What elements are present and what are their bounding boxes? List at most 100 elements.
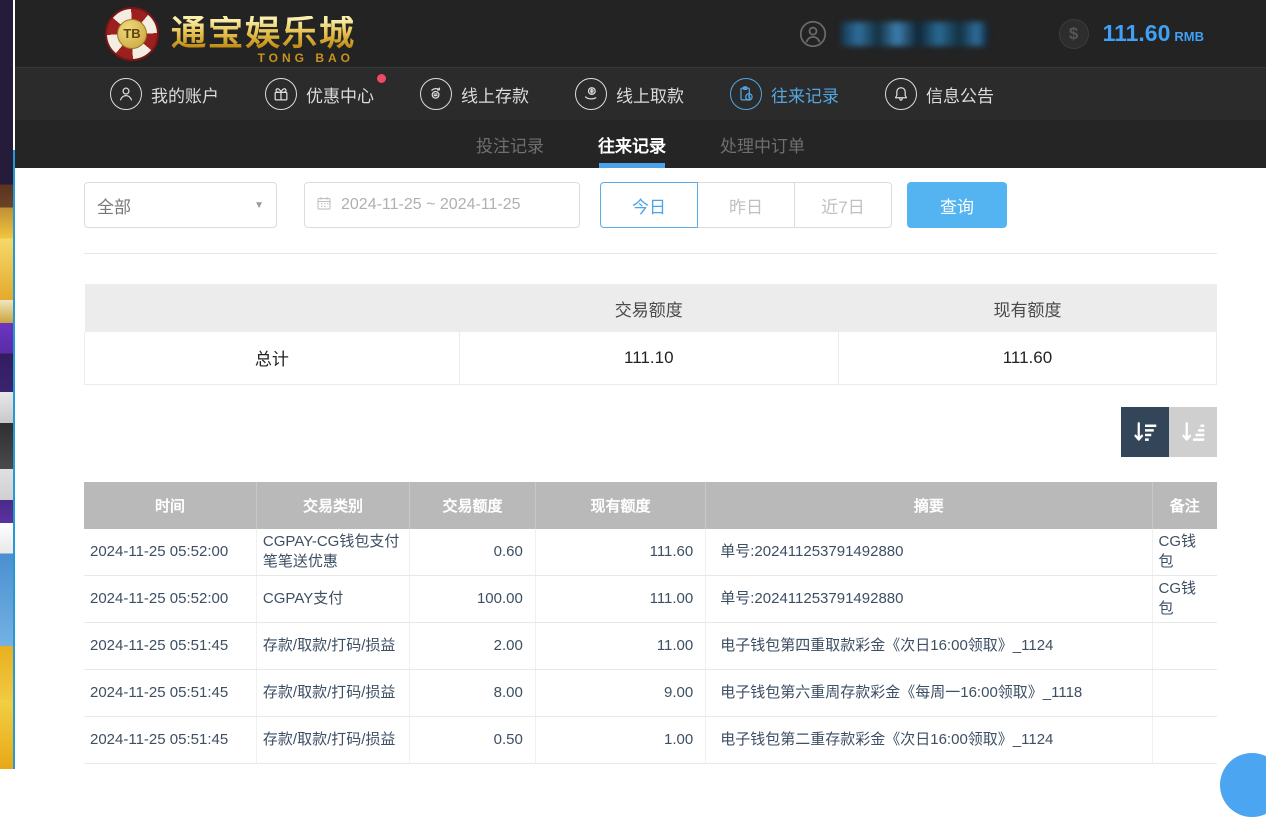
user-avatar-icon[interactable] — [799, 20, 827, 48]
cell-current-balance: 1.00 — [535, 717, 705, 764]
nav-label: 往来记录 — [771, 82, 839, 107]
poker-chip-logo-icon: TB — [105, 7, 159, 61]
table-row: 2024-11-25 05:51:45 存款/取款/打码/损益 0.50 1.0… — [84, 717, 1217, 764]
new-badge-dot — [377, 74, 386, 83]
nav-label: 线上取款 — [616, 82, 684, 107]
content-area: 全部 ▼ 2024-11-25 ~ 2024-11-25 今日 昨日 近7日 查… — [15, 168, 1266, 764]
date-range-input[interactable]: 2024-11-25 ~ 2024-11-25 — [304, 182, 580, 228]
calendar-icon — [315, 194, 333, 217]
cell-time: 2024-11-25 05:51:45 — [84, 717, 256, 764]
tab-betting-records[interactable]: 投注记录 — [476, 120, 544, 168]
tab-transaction-records[interactable]: 往来记录 — [598, 120, 666, 168]
cell-type: 存款/取款/打码/损益 — [256, 623, 409, 670]
table-row: 2024-11-25 05:51:45 存款/取款/打码/损益 2.00 11.… — [84, 623, 1217, 670]
tab-processing-orders[interactable]: 处理中订单 — [720, 120, 805, 168]
query-button[interactable]: 查询 — [907, 182, 1007, 228]
type-select[interactable]: 全部 ▼ — [84, 182, 277, 228]
today-button[interactable]: 今日 — [600, 182, 698, 228]
summary-total-transaction-amount: 111.10 — [459, 332, 838, 384]
cell-time: 2024-11-25 05:51:45 — [84, 670, 256, 717]
cell-remarks: CG钱包 — [1152, 576, 1217, 623]
table-header-row: 时间 交易类别 交易额度 现有额度 摘要 备注 — [84, 482, 1217, 529]
table-row: 2024-11-25 05:52:00 CGPAY-CG钱包支付笔笔送优惠 0.… — [84, 529, 1217, 576]
nav-item-transaction-records[interactable]: 往来记录 — [730, 78, 839, 110]
top-header: TB 通宝娱乐城 TONG BAO $ 111.60RMB — [15, 0, 1266, 67]
nav-item-online-withdraw[interactable]: 线上取款 — [575, 78, 684, 110]
cell-type: CGPAY-CG钱包支付笔笔送优惠 — [256, 529, 409, 576]
sort-descending-icon — [1130, 417, 1160, 447]
nav-item-announcements[interactable]: 信息公告 — [885, 78, 994, 110]
cell-type: CGPAY支付 — [256, 576, 409, 623]
summary-header-row: 交易额度 现有额度 — [85, 284, 1217, 332]
summary-header-empty — [85, 284, 460, 332]
cell-summary: 电子钱包第六重周存款彩金《每周一16:00领取》_1118 — [706, 670, 1152, 717]
cell-summary: 单号:202411253791492880 — [706, 529, 1152, 576]
col-header-transaction-amount: 交易额度 — [410, 482, 536, 529]
chip-monogram: TB — [117, 19, 147, 49]
cell-summary: 电子钱包第四重取款彩金《次日16:00领取》_1124 — [706, 623, 1152, 670]
cell-time: 2024-11-25 05:51:45 — [84, 623, 256, 670]
col-header-current-balance: 现有额度 — [535, 482, 705, 529]
cell-current-balance: 111.00 — [535, 576, 705, 623]
table-row: 2024-11-25 05:52:00 CGPAY支付 100.00 111.0… — [84, 576, 1217, 623]
cell-transaction-amount: 0.60 — [410, 529, 536, 576]
col-header-time: 时间 — [84, 482, 256, 529]
section-divider — [84, 253, 1217, 254]
sort-descending-button[interactable] — [1121, 407, 1169, 457]
bell-icon — [885, 78, 917, 110]
records-icon — [730, 78, 762, 110]
chevron-down-icon: ▼ — [254, 200, 264, 211]
summary-header-transaction-amount: 交易额度 — [459, 284, 838, 332]
type-select-value: 全部 — [97, 193, 131, 218]
cell-transaction-amount: 2.00 — [410, 623, 536, 670]
sort-controls — [84, 407, 1217, 457]
col-header-remarks: 备注 — [1152, 482, 1217, 529]
nav-item-online-deposit[interactable]: 线上存款 — [420, 78, 529, 110]
last7days-button[interactable]: 近7日 — [794, 182, 892, 228]
col-header-summary: 摘要 — [706, 482, 1152, 529]
sort-ascending-icon — [1178, 417, 1208, 447]
summary-total-row: 总计 111.10 111.60 — [85, 332, 1217, 384]
summary-total-label: 总计 — [85, 332, 460, 384]
filter-bar: 全部 ▼ 2024-11-25 ~ 2024-11-25 今日 昨日 近7日 查… — [84, 181, 1217, 229]
deposit-icon — [420, 78, 452, 110]
cell-current-balance: 9.00 — [535, 670, 705, 717]
cell-summary: 电子钱包第二重存款彩金《次日16:00领取》_1124 — [706, 717, 1152, 764]
record-tabs: 投注记录 往来记录 处理中订单 — [15, 120, 1266, 168]
tab-label: 投注记录 — [476, 132, 544, 157]
table-row: 2024-11-25 05:51:45 存款/取款/打码/损益 8.00 9.0… — [84, 670, 1217, 717]
site-logo[interactable]: TB 通宝娱乐城 TONG BAO — [105, 7, 356, 61]
nav-label: 线上存款 — [461, 82, 529, 107]
cell-transaction-amount: 100.00 — [410, 576, 536, 623]
cell-transaction-amount: 8.00 — [410, 670, 536, 717]
cell-remarks — [1152, 623, 1217, 670]
nav-label: 优惠中心 — [306, 82, 374, 107]
main-nav: 我的账户 优惠中心 线上存款 线上取款 往来记录 — [15, 67, 1266, 120]
currency-label: RMB — [1174, 29, 1204, 44]
site-title: 通宝娱乐城 — [171, 16, 356, 51]
cell-remarks — [1152, 670, 1217, 717]
cell-transaction-amount: 0.50 — [410, 717, 536, 764]
sort-ascending-button[interactable] — [1169, 407, 1217, 457]
nav-item-my-account[interactable]: 我的账户 — [110, 78, 219, 110]
money-coin-icon: $ — [1059, 19, 1089, 49]
strip-divider-line — [13, 150, 15, 769]
date-range-value: 2024-11-25 ~ 2024-11-25 — [341, 196, 521, 214]
yesterday-button[interactable]: 昨日 — [697, 182, 795, 228]
username-redacted — [841, 22, 989, 46]
cell-type: 存款/取款/打码/损益 — [256, 717, 409, 764]
nav-label: 信息公告 — [926, 82, 994, 107]
cell-summary: 单号:202411253791492880 — [706, 576, 1152, 623]
site-subtitle: TONG BAO — [258, 52, 354, 64]
col-header-type: 交易类别 — [256, 482, 409, 529]
active-tab-underline — [599, 163, 665, 168]
cell-type: 存款/取款/打码/损益 — [256, 670, 409, 717]
cell-time: 2024-11-25 05:52:00 — [84, 576, 256, 623]
account-balance: 111.60 — [1103, 20, 1171, 46]
summary-header-current-balance: 现有额度 — [838, 284, 1216, 332]
withdraw-icon — [575, 78, 607, 110]
cell-current-balance: 11.00 — [535, 623, 705, 670]
tab-label: 往来记录 — [598, 132, 666, 157]
nav-item-promotions[interactable]: 优惠中心 — [265, 78, 374, 110]
cell-remarks — [1152, 717, 1217, 764]
